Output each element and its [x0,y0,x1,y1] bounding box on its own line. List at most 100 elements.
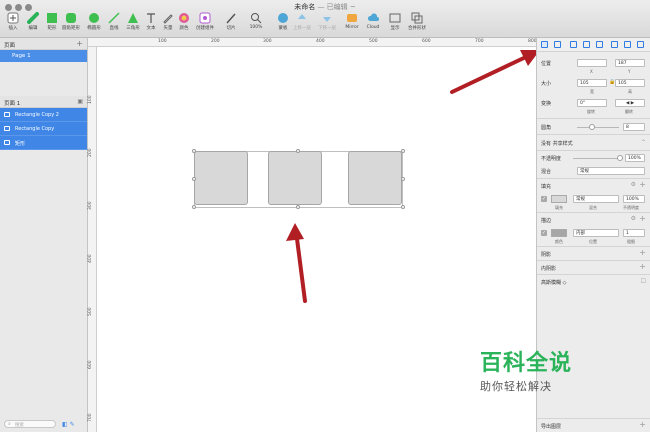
align-toolbar [537,38,650,52]
rotation-field[interactable]: 0° [577,99,607,107]
resize-handle[interactable] [192,149,196,153]
add-export-button[interactable]: + [639,420,646,429]
blend-row: 混合 常规 [537,164,650,178]
plus-icon [7,12,19,24]
x-field[interactable] [577,59,607,67]
add-border-button[interactable]: + [639,214,646,223]
align-left-edge-icon[interactable] [570,41,577,48]
ruler-label: 200 [211,39,220,44]
fill-opacity-field[interactable]: 100% [623,195,645,203]
fill-caption: 填充 [555,205,563,210]
border-position-select[interactable]: 内部 [573,229,619,237]
page-item[interactable]: Page 1 [0,50,87,62]
shadow-section[interactable]: 阴影 + [537,246,650,260]
x-caption: X [590,69,593,74]
zoom-icon [251,13,262,24]
collapse-icon[interactable]: ▣ [77,98,83,105]
canvas[interactable] [97,47,536,432]
watermark-subtitle: 助你轻松解决 [480,380,552,393]
filter-icon[interactable]: ◧ ✎ [62,421,75,428]
layer-item[interactable]: Rectangle Copy 2 [0,108,87,122]
edit-shape-icon [27,12,39,24]
window-title: 未命名 — 已编辑 ~ [294,3,356,11]
border-width-field[interactable]: 1 [623,229,645,237]
combine-button[interactable]: 合并形状 [404,12,430,36]
layer-item[interactable]: 矩形 [0,136,87,150]
zoom-control[interactable]: 100% [243,12,269,36]
rectangle-icon [4,112,10,117]
create-symbol-button[interactable]: 创建组件 [192,12,218,36]
resize-handle[interactable] [296,205,300,209]
border-position-caption: 位置 [589,239,597,244]
ruler-label: 500 [369,39,378,44]
fill-blend-select[interactable]: 常规 [573,195,619,203]
blend-select[interactable]: 常规 [577,167,645,175]
arrow-down-icon [323,17,331,22]
layer-item[interactable]: Rectangle Copy [0,122,87,136]
rectangle-layer[interactable] [268,151,322,205]
resize-handle[interactable] [401,205,405,209]
add-shadow-button[interactable]: + [639,248,646,257]
height-field[interactable]: 105 [615,79,645,87]
gear-icon[interactable]: ⚙ [631,215,636,222]
resize-handle[interactable] [192,205,196,209]
opacity-slider-knob[interactable] [617,155,623,161]
rectangle-layer[interactable] [348,151,402,205]
layer-search-input[interactable]: ⌕ 搜索 [4,420,56,428]
fill-section: 填充 ⚙ + [537,178,650,192]
resize-handle[interactable] [296,149,300,153]
align-right-icon[interactable] [596,41,603,48]
distribute-horizontal-icon[interactable] [554,41,561,48]
width-caption: 宽 [590,89,594,94]
y-field[interactable]: 187 [615,59,645,67]
export-section[interactable]: 导出图层 + [537,418,650,432]
blur-checkbox[interactable]: ☐ [641,278,646,285]
border-row: ✓ 内部 1 [537,226,650,240]
border-checkbox[interactable]: ✓ [541,230,547,236]
rectangle-icon [4,140,10,145]
size-row: 大小 105 🔒 105 [537,76,650,90]
y-caption: Y [628,69,631,74]
opacity-field[interactable]: 100% [625,154,645,162]
shared-style-select[interactable]: 没有 共享样式 ⌃ [537,134,650,150]
resize-handle[interactable] [192,177,196,181]
inner-shadow-section[interactable]: 内阴影 + [537,260,650,274]
align-center-icon[interactable] [583,41,590,48]
ruler-label: 600 [422,39,431,44]
move-up-button[interactable]: 上移一层 [289,12,315,36]
pages-header: 页面 + [0,38,87,50]
resize-handle[interactable] [401,177,405,181]
move-down-button[interactable]: 下移一层 [314,12,340,36]
ruler-label: 300 [263,39,272,44]
layers-header: 页面 1 ▣ [0,96,87,108]
ruler-label: 400 [316,39,325,44]
width-field[interactable]: 105 [577,79,607,87]
blur-section[interactable]: 高斯模糊 ◇ ☐ [537,274,650,288]
resize-handle[interactable] [401,149,405,153]
radius-field[interactable]: 8 [623,123,645,131]
flip-buttons[interactable]: ◀ ▶ [615,99,645,107]
rectangle-icon [4,126,10,131]
slice-tool[interactable]: 切片 [218,12,244,36]
toolbar: 未命名 — 已编辑 ~ 插入 编辑 矩形 圆角矩形 椭圆形 直线 三角形 文本 … [0,0,650,38]
radius-slider-knob[interactable] [589,124,595,130]
align-left-icon[interactable] [541,41,548,48]
add-fill-button[interactable]: + [639,180,646,189]
align-bottom-icon[interactable] [637,41,644,48]
border-color-swatch[interactable] [551,229,567,237]
opacity-slider[interactable] [573,158,623,159]
rotation-caption: 旋转 [587,109,595,114]
align-top-icon[interactable] [611,41,618,48]
radius-slider[interactable] [577,127,619,128]
gear-icon[interactable]: ⚙ [631,181,636,188]
radius-row: 圆角 8 [537,118,650,134]
chevron-updown-icon: ⌃ [640,139,646,146]
fill-checkbox[interactable]: ✓ [541,196,547,202]
align-middle-icon[interactable] [624,41,631,48]
rectangle-layer[interactable] [194,151,248,205]
add-page-button[interactable]: + [76,39,83,48]
add-inner-shadow-button[interactable]: + [639,262,646,271]
mask-icon [278,13,288,23]
fill-color-swatch[interactable] [551,195,567,203]
position-row: 位置 187 [537,56,650,70]
